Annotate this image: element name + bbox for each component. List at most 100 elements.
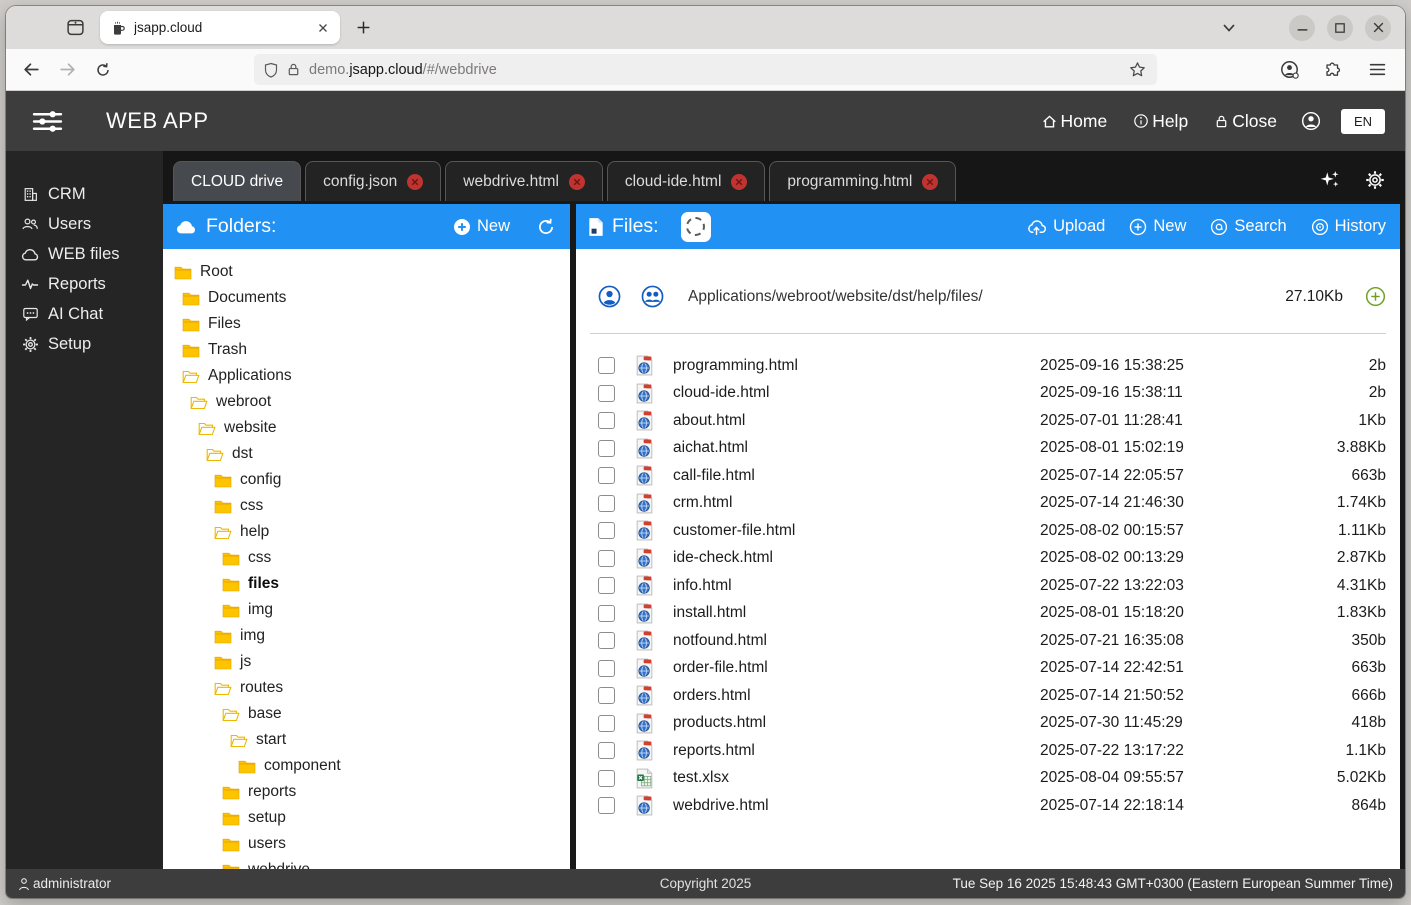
file-row[interactable]: programming.html2025-09-16 15:38:252b: [590, 352, 1386, 380]
file-name[interactable]: ide-check.html: [673, 549, 1040, 567]
tree-item-img[interactable]: img: [174, 597, 570, 623]
reload-button[interactable]: [90, 57, 116, 83]
file-name[interactable]: test.xlsx: [673, 769, 1040, 787]
file-row[interactable]: reports.html2025-07-22 13:17:221.1Kb: [590, 737, 1386, 765]
file-checkbox[interactable]: [598, 577, 615, 594]
refresh-button[interactable]: [536, 217, 556, 237]
file-checkbox[interactable]: [598, 412, 615, 429]
file-checkbox[interactable]: [598, 687, 615, 704]
tree-item-users[interactable]: users: [174, 831, 570, 857]
url-bar[interactable]: demo.jsapp.cloud/#/webdrive: [254, 54, 1157, 85]
tree-item-applications[interactable]: Applications: [174, 363, 570, 389]
file-checkbox[interactable]: [598, 770, 615, 787]
tree-item-dst[interactable]: dst: [174, 441, 570, 467]
new-button[interactable]: New: [1129, 217, 1186, 236]
file-row[interactable]: aichat.html2025-08-01 15:02:193.88Kb: [590, 435, 1386, 463]
extensions-puzzle-icon[interactable]: [1321, 58, 1345, 82]
sidebar-item-web-files[interactable]: WEB files: [6, 239, 163, 269]
tree-item-base[interactable]: base: [174, 701, 570, 727]
tree-item-js[interactable]: js: [174, 649, 570, 675]
file-checkbox[interactable]: [598, 550, 615, 567]
tab-close-icon[interactable]: [922, 174, 938, 190]
file-row[interactable]: install.html2025-08-01 15:18:201.83Kb: [590, 600, 1386, 628]
header-link-help[interactable]: Help: [1133, 111, 1188, 132]
window-close-button[interactable]: [1365, 15, 1391, 41]
sidebar-item-setup[interactable]: Setup: [6, 329, 163, 359]
file-checkbox[interactable]: [598, 632, 615, 649]
account-icon[interactable]: [1277, 58, 1301, 82]
file-name[interactable]: customer-file.html: [673, 522, 1040, 540]
sparkles-icon[interactable]: [1319, 169, 1341, 191]
group-users-icon[interactable]: [641, 285, 664, 308]
file-row[interactable]: cloud-ide.html2025-09-16 15:38:112b: [590, 380, 1386, 408]
firefox-view-icon[interactable]: [64, 17, 86, 39]
lock-icon[interactable]: [286, 62, 301, 77]
file-row[interactable]: order-file.html2025-07-14 22:42:51663b: [590, 655, 1386, 683]
bookmark-star-icon[interactable]: [1125, 58, 1149, 82]
file-name[interactable]: about.html: [673, 412, 1040, 430]
file-name[interactable]: info.html: [673, 577, 1040, 595]
tree-item-trash[interactable]: Trash: [174, 337, 570, 363]
file-row[interactable]: customer-file.html2025-08-02 00:15:571.1…: [590, 517, 1386, 545]
file-name[interactable]: orders.html: [673, 687, 1040, 705]
file-row[interactable]: webdrive.html2025-07-14 22:18:14864b: [590, 792, 1386, 820]
file-checkbox[interactable]: [598, 440, 615, 457]
file-checkbox[interactable]: [598, 357, 615, 374]
tree-item-webdrive[interactable]: webdrive: [174, 857, 570, 869]
sidebar-item-crm[interactable]: CRM: [6, 179, 163, 209]
file-name[interactable]: programming.html: [673, 357, 1040, 375]
tree-item-css[interactable]: css: [174, 545, 570, 571]
file-row[interactable]: about.html2025-07-01 11:28:411Kb: [590, 407, 1386, 435]
file-row[interactable]: products.html2025-07-30 11:45:29418b: [590, 710, 1386, 738]
file-checkbox[interactable]: [598, 660, 615, 677]
owner-user-icon[interactable]: [598, 285, 621, 308]
file-checkbox[interactable]: [598, 385, 615, 402]
file-checkbox[interactable]: [598, 605, 615, 622]
tree-item-files[interactable]: Files: [174, 311, 570, 337]
file-name[interactable]: webdrive.html: [673, 797, 1040, 815]
tree-item-routes[interactable]: routes: [174, 675, 570, 701]
tab-config-json[interactable]: config.json: [305, 161, 441, 201]
forward-button[interactable]: [54, 57, 80, 83]
tab-close-icon[interactable]: [569, 174, 585, 190]
file-row[interactable]: crm.html2025-07-14 21:46:301.74Kb: [590, 490, 1386, 518]
tab-close-icon[interactable]: [407, 174, 423, 190]
file-name[interactable]: install.html: [673, 604, 1040, 622]
app-menu-sliders-icon[interactable]: [32, 109, 64, 133]
file-name[interactable]: aichat.html: [673, 439, 1040, 457]
language-button[interactable]: EN: [1341, 109, 1385, 134]
upload-button[interactable]: Upload: [1026, 217, 1105, 236]
search-button[interactable]: Search: [1210, 217, 1286, 236]
tab-cloud-ide-html[interactable]: cloud-ide.html: [607, 161, 766, 201]
sidebar-item-reports[interactable]: Reports: [6, 269, 163, 299]
file-name[interactable]: call-file.html: [673, 467, 1040, 485]
file-checkbox[interactable]: [598, 495, 615, 512]
profile-icon[interactable]: [1301, 111, 1321, 131]
tab-programming-html[interactable]: programming.html: [769, 161, 956, 201]
header-link-home[interactable]: Home: [1041, 111, 1108, 132]
browser-tab[interactable]: jsapp.cloud: [100, 11, 340, 44]
file-checkbox[interactable]: [598, 797, 615, 814]
file-row[interactable]: info.html2025-07-22 13:22:034.31Kb: [590, 572, 1386, 600]
sidebar-item-ai-chat[interactable]: AI Chat: [6, 299, 163, 329]
file-row[interactable]: call-file.html2025-07-14 22:05:57663b: [590, 462, 1386, 490]
tree-item-help[interactable]: help: [174, 519, 570, 545]
tab-close-icon[interactable]: [731, 174, 747, 190]
tree-item-setup[interactable]: setup: [174, 805, 570, 831]
tree-item-website[interactable]: website: [174, 415, 570, 441]
shield-icon[interactable]: [264, 62, 278, 78]
add-plus-icon[interactable]: [1365, 286, 1386, 307]
menu-hamburger-icon[interactable]: [1365, 58, 1389, 82]
tree-item-start[interactable]: start: [174, 727, 570, 753]
file-name[interactable]: reports.html: [673, 742, 1040, 760]
tree-item-config[interactable]: config: [174, 467, 570, 493]
tab-close-icon[interactable]: [314, 19, 332, 37]
back-button[interactable]: [18, 57, 44, 83]
list-tabs-chevron-icon[interactable]: [1217, 16, 1241, 40]
file-row[interactable]: test.xlsx2025-08-04 09:55:575.02Kb: [590, 765, 1386, 793]
file-checkbox[interactable]: [598, 715, 615, 732]
file-row[interactable]: ide-check.html2025-08-02 00:13:292.87Kb: [590, 545, 1386, 573]
tree-item-component[interactable]: component: [174, 753, 570, 779]
file-checkbox[interactable]: [598, 467, 615, 484]
tree-item-css[interactable]: css: [174, 493, 570, 519]
